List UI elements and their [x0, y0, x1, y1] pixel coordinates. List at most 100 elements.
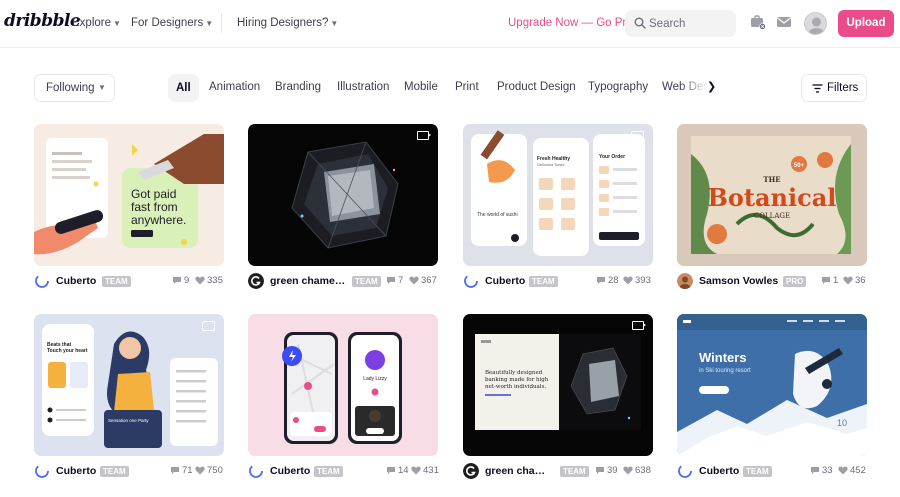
shot-author[interactable]: Cuberto	[270, 465, 310, 477]
chevron-down-icon: ▼	[205, 19, 214, 28]
team-badge: TEAM	[314, 466, 343, 477]
shot-card[interactable]: Lady Lizzy Cuberto TEAM 14 431	[248, 314, 439, 482]
nav-divider	[221, 13, 222, 33]
filter-icon	[812, 84, 823, 93]
category-tab-branding[interactable]: Branding	[275, 81, 321, 93]
shot-card[interactable]: green chameleon TEAM 7 367	[248, 124, 438, 292]
user-avatar[interactable]	[804, 12, 827, 35]
nav-hiring-designers[interactable]: Hiring Designers? ▼	[237, 17, 338, 29]
search-icon	[634, 17, 646, 29]
category-tab-print[interactable]: Print	[455, 81, 479, 93]
shot-meta: Cuberto TEAM 9 335	[34, 273, 224, 289]
svg-text:banking made for high: banking made for high	[485, 377, 549, 383]
shot-thumbnail[interactable]: 50+ THE Botanical COLLAGE	[677, 124, 867, 266]
video-icon	[417, 131, 431, 140]
shot-thumbnail[interactable]	[248, 124, 438, 266]
filters-label: Filters	[827, 82, 859, 94]
shot-meta: Cuberto TEAM 28 393	[463, 273, 653, 289]
svg-text:Delicious Sushi: Delicious Sushi	[537, 162, 564, 167]
upgrade-pro-link[interactable]: Upgrade Now — Go Pro	[508, 17, 633, 29]
shot-card[interactable]: Winters in Ski touring resort 10 Cuberto…	[677, 314, 867, 482]
svg-text:Got paid: Got paid	[131, 187, 176, 201]
comment-icon	[387, 277, 395, 284]
team-badge: TEAM	[100, 466, 129, 477]
shot-author[interactable]: Cuberto	[56, 275, 96, 287]
svg-text:Botanical: Botanical	[708, 183, 837, 212]
cuberto-logo[interactable]	[34, 463, 50, 479]
shot-author[interactable]: green chameleon	[485, 465, 553, 477]
shot-card[interactable]: Beautifully designed banking made for hi…	[463, 314, 653, 482]
following-dropdown[interactable]: Following ▼	[34, 74, 115, 102]
nav-explore[interactable]: Explore ▼	[72, 17, 121, 29]
multi-shot-icon	[202, 321, 215, 331]
svg-text:10: 10	[837, 418, 847, 428]
shot-card[interactable]: Beats that Touch your heart Sensation on…	[34, 314, 224, 482]
category-tab-product-design[interactable]: Product Design	[497, 81, 576, 93]
shot-author[interactable]: Samson Vowles	[699, 275, 778, 287]
shot-author[interactable]: green chameleon	[270, 275, 348, 287]
shot-thumbnail[interactable]: Beautifully designed banking made for hi…	[463, 314, 653, 456]
green-chameleon-logo[interactable]	[248, 273, 264, 289]
banking-site-animation: Beautifully designed banking made for hi…	[463, 314, 653, 456]
crystal-card-animation	[248, 124, 438, 266]
svg-text:Winters: Winters	[699, 350, 747, 365]
dribbble-logo[interactable]: dribbble	[4, 11, 81, 31]
category-tab-illustration[interactable]: Illustration	[337, 81, 389, 93]
search-box[interactable]	[625, 10, 736, 37]
category-tab-animation[interactable]: Animation	[209, 81, 260, 93]
music-app-illustration: Beats that Touch your heart Sensation on…	[34, 314, 224, 456]
shot-card[interactable]: The world of sushi Fresh Healthy Delicio…	[463, 124, 653, 292]
nav-for-designers[interactable]: For Designers ▼	[131, 17, 213, 29]
svg-text:Touch your heart: Touch your heart	[47, 348, 88, 354]
mail-icon[interactable]	[776, 14, 792, 30]
ski-resort-site: Winters in Ski touring resort 10	[677, 314, 867, 456]
pro-badge: PRO	[783, 276, 807, 287]
briefcase-icon[interactable]	[750, 14, 766, 30]
sushi-app-mockup: The world of sushi Fresh Healthy Delicio…	[463, 124, 653, 266]
filters-button[interactable]: Filters	[801, 74, 867, 102]
botanical-poster: 50+ THE Botanical COLLAGE	[677, 124, 867, 266]
shot-thumbnail[interactable]: Lady Lizzy	[248, 314, 438, 456]
shot-card[interactable]: 50+ THE Botanical COLLAGE Samson Vowles …	[677, 124, 867, 292]
green-chameleon-logo[interactable]	[463, 463, 479, 479]
cuberto-logo[interactable]	[34, 273, 50, 289]
nav-hiring-label: Hiring Designers?	[237, 17, 329, 29]
category-tab-mobile[interactable]: Mobile	[404, 81, 438, 93]
shot-thumbnail[interactable]: Beats that Touch your heart Sensation on…	[34, 314, 224, 456]
comment-icon	[173, 277, 181, 284]
team-badge: TEAM	[560, 466, 589, 477]
heart-icon	[623, 466, 633, 475]
comment-icon	[387, 467, 395, 474]
shot-thumbnail[interactable]: Winters in Ski touring resort 10	[677, 314, 867, 456]
team-badge: TEAM	[352, 276, 381, 287]
shot-author[interactable]: Cuberto	[699, 465, 739, 477]
category-tab-all[interactable]: All	[168, 74, 199, 102]
svg-text:in Ski touring resort: in Ski touring resort	[699, 368, 751, 374]
cuberto-logo[interactable]	[677, 463, 693, 479]
comment-icon	[597, 277, 605, 284]
avatar-silhouette-icon	[808, 17, 825, 34]
category-tab-typography[interactable]: Typography	[588, 81, 648, 93]
category-tabs: All Animation Branding Illustration Mobi…	[168, 74, 718, 102]
svg-text:Sensation one Party: Sensation one Party	[108, 418, 149, 423]
shot-thumbnail[interactable]: Got paid fast from anywhere.	[34, 124, 224, 266]
heart-icon	[623, 276, 633, 285]
shot-meta: green chameleon TEAM 39 638	[463, 463, 653, 479]
search-input[interactable]	[649, 16, 733, 31]
nav-explore-label: Explore	[72, 17, 111, 29]
cuberto-logo[interactable]	[248, 463, 264, 479]
team-badge: TEAM	[102, 276, 131, 287]
heart-icon	[843, 276, 853, 285]
shot-author[interactable]: Cuberto	[56, 465, 96, 477]
chevron-right-icon[interactable]: ❯	[707, 80, 716, 93]
upload-button[interactable]: Upload	[838, 10, 894, 37]
shot-thumbnail[interactable]: The world of sushi Fresh Healthy Delicio…	[463, 124, 653, 266]
cuberto-logo[interactable]	[463, 273, 479, 289]
shot-card[interactable]: Got paid fast from anywhere. Cuberto TEA…	[34, 124, 224, 292]
samson-vowles-avatar[interactable]	[677, 273, 693, 289]
team-badge: TEAM	[743, 466, 772, 477]
shot-meta: Cuberto TEAM 14 431	[248, 463, 439, 479]
shot-author[interactable]: Cuberto	[485, 275, 525, 287]
team-badge: TEAM	[529, 276, 558, 287]
shot-meta: green chameleon TEAM 7 367	[248, 273, 438, 289]
